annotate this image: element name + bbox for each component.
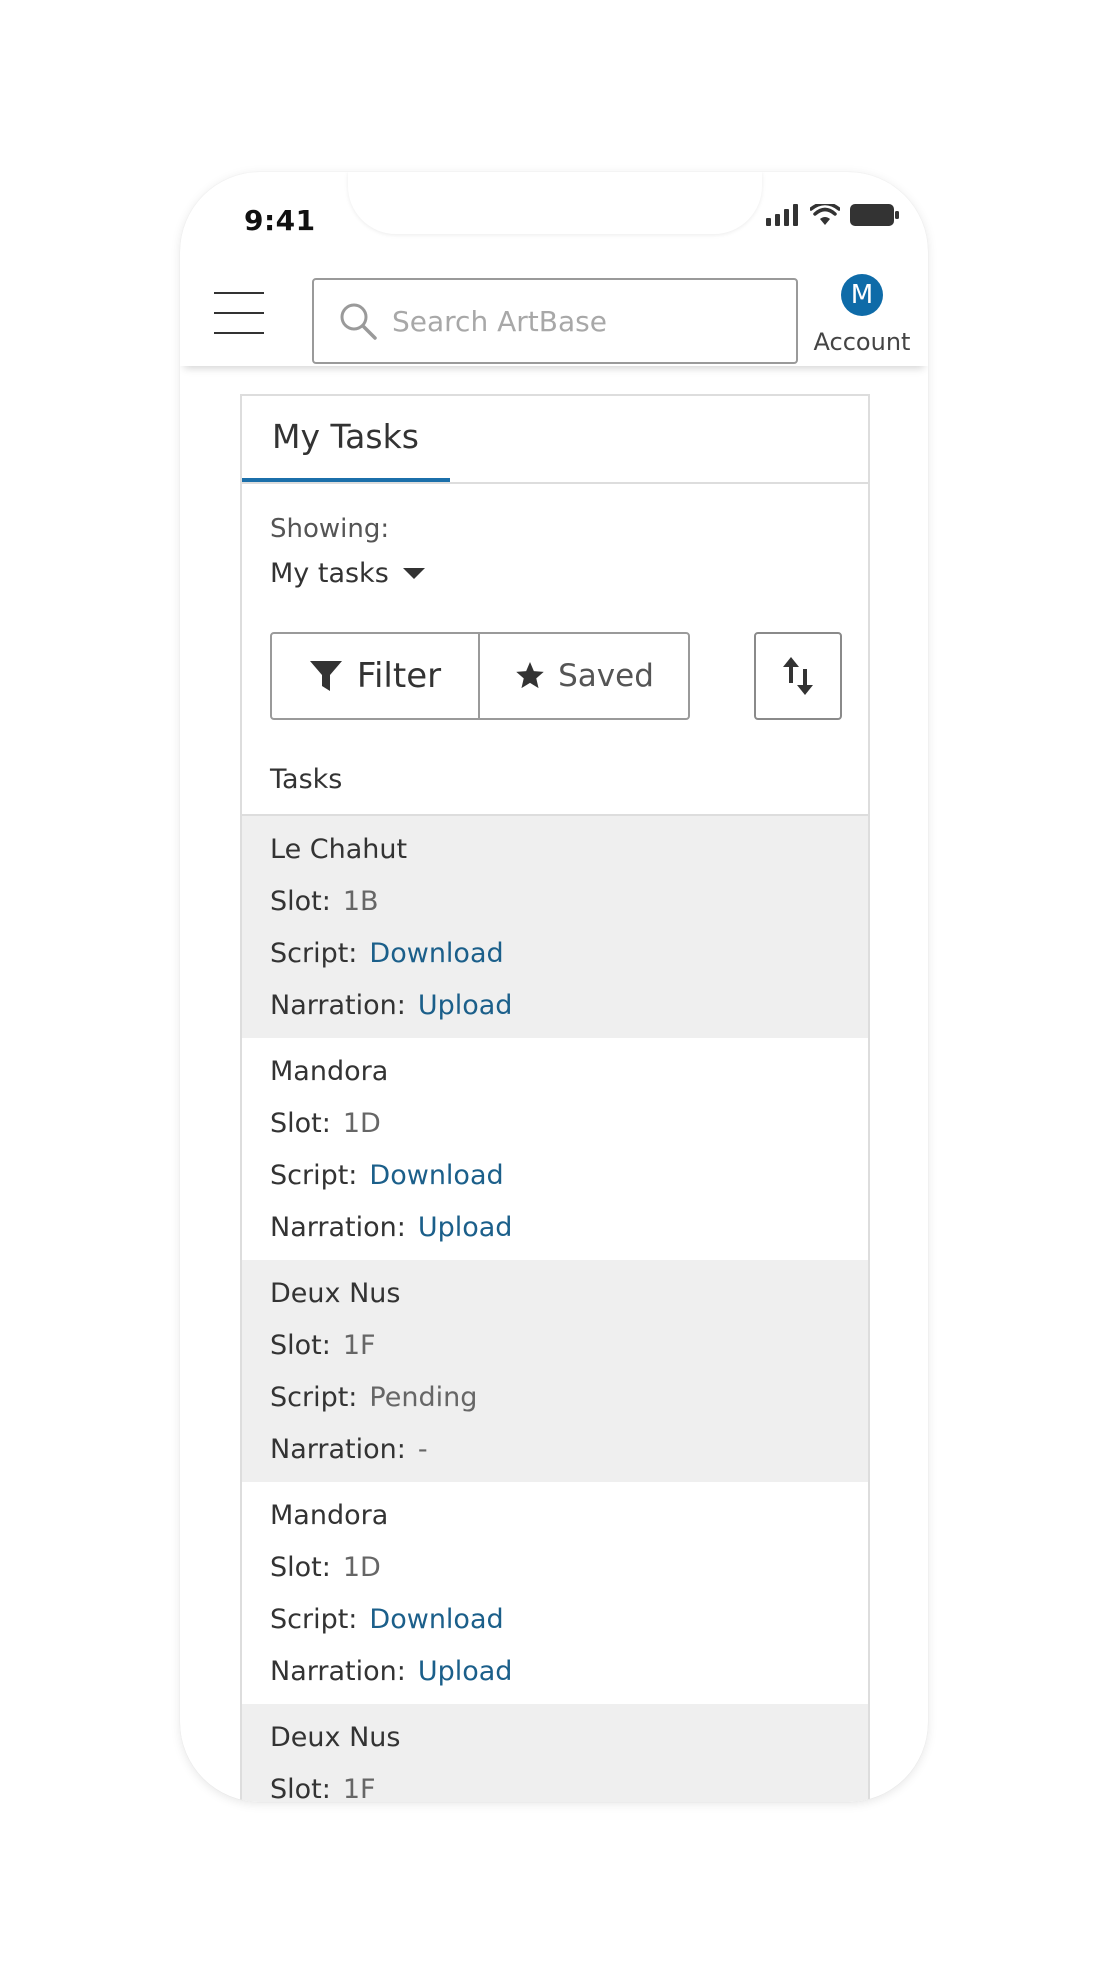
list-item: Mandora Slot: 1D Script: Download Narratio… (242, 1482, 868, 1704)
task-title: Mandora (270, 1056, 389, 1087)
task-title: Deux Nus (270, 1722, 401, 1753)
slot-label: Slot: (270, 886, 331, 917)
status-time: 9:41 (244, 204, 316, 237)
task-list: Le Chahut Slot: 1B Script: Download Narrat… (242, 814, 868, 1802)
narration-label: Narration: (270, 1656, 406, 1687)
list-item: Deux Nus Slot: 1F Script: Pending Narratio… (242, 1260, 868, 1482)
saved-button[interactable]: Saved (480, 634, 688, 718)
narration-status: - (417, 1434, 428, 1465)
filter-button-group: Filter Saved (270, 632, 690, 720)
cellular-signal-icon (766, 204, 798, 226)
phone-frame: 9:41 M (180, 172, 928, 1802)
hamburger-icon[interactable] (214, 292, 264, 334)
tab-my-tasks[interactable]: My Tasks (242, 396, 450, 482)
showing-dropdown[interactable]: My tasks (270, 558, 425, 589)
wifi-icon (810, 204, 840, 225)
showing-value: My tasks (270, 558, 389, 589)
avatar: M (841, 274, 883, 316)
script-download-link[interactable]: Download (369, 1600, 503, 1652)
showing-label: Showing: (270, 514, 390, 544)
list-item: Mandora Slot: 1D Script: Download Narratio… (242, 1038, 868, 1260)
slot-value: 1D (342, 1108, 381, 1139)
app-header: M Account (180, 254, 928, 366)
narration-upload-link[interactable]: Upload (418, 1652, 513, 1704)
slot-label: Slot: (270, 1108, 331, 1139)
sort-arrows-icon (783, 657, 813, 695)
caret-down-icon (402, 568, 425, 579)
list-item: Le Chahut Slot: 1B Script: Download Narrat… (242, 816, 868, 1038)
script-status: Pending (369, 1382, 478, 1413)
script-label: Script: (270, 1160, 358, 1191)
script-label: Script: (270, 938, 358, 969)
task-title: Mandora (270, 1500, 389, 1531)
tab-bar: My Tasks (242, 396, 868, 484)
slot-label: Slot: (270, 1774, 331, 1802)
list-item: Deux Nus Slot: 1F (242, 1704, 868, 1802)
task-title: Deux Nus (270, 1278, 401, 1309)
battery-icon (850, 204, 899, 226)
narration-label: Narration: (270, 990, 406, 1021)
star-icon (516, 662, 544, 689)
narration-upload-link[interactable]: Upload (418, 986, 513, 1038)
slot-label: Slot: (270, 1330, 331, 1361)
narration-label: Narration: (270, 1212, 406, 1243)
account-button[interactable]: M Account (812, 274, 912, 356)
filter-label: Filter (356, 656, 442, 696)
filter-button[interactable]: Filter (272, 634, 480, 718)
task-title: Le Chahut (270, 834, 408, 865)
narration-upload-link[interactable]: Upload (418, 1208, 513, 1260)
tasks-panel: My Tasks Showing: My tasks Filter Saved (240, 394, 870, 1802)
tasks-heading: Tasks (270, 764, 343, 795)
slot-value: 1D (342, 1552, 381, 1583)
sort-button[interactable] (754, 632, 842, 720)
script-download-link[interactable]: Download (369, 934, 503, 986)
slot-value: 1F (342, 1774, 376, 1802)
funnel-icon (309, 661, 342, 691)
slot-label: Slot: (270, 1552, 331, 1583)
narration-label: Narration: (270, 1434, 406, 1465)
account-label: Account (813, 328, 911, 356)
slot-value: 1B (342, 886, 379, 917)
phone-notch (348, 172, 762, 234)
script-label: Script: (270, 1382, 358, 1413)
saved-label: Saved (558, 658, 654, 694)
search-icon (340, 303, 377, 340)
search-box[interactable] (312, 278, 798, 364)
slot-value: 1F (342, 1330, 376, 1361)
script-label: Script: (270, 1604, 358, 1635)
script-download-link[interactable]: Download (369, 1156, 503, 1208)
search-input[interactable] (392, 304, 772, 338)
status-icons (766, 204, 900, 226)
